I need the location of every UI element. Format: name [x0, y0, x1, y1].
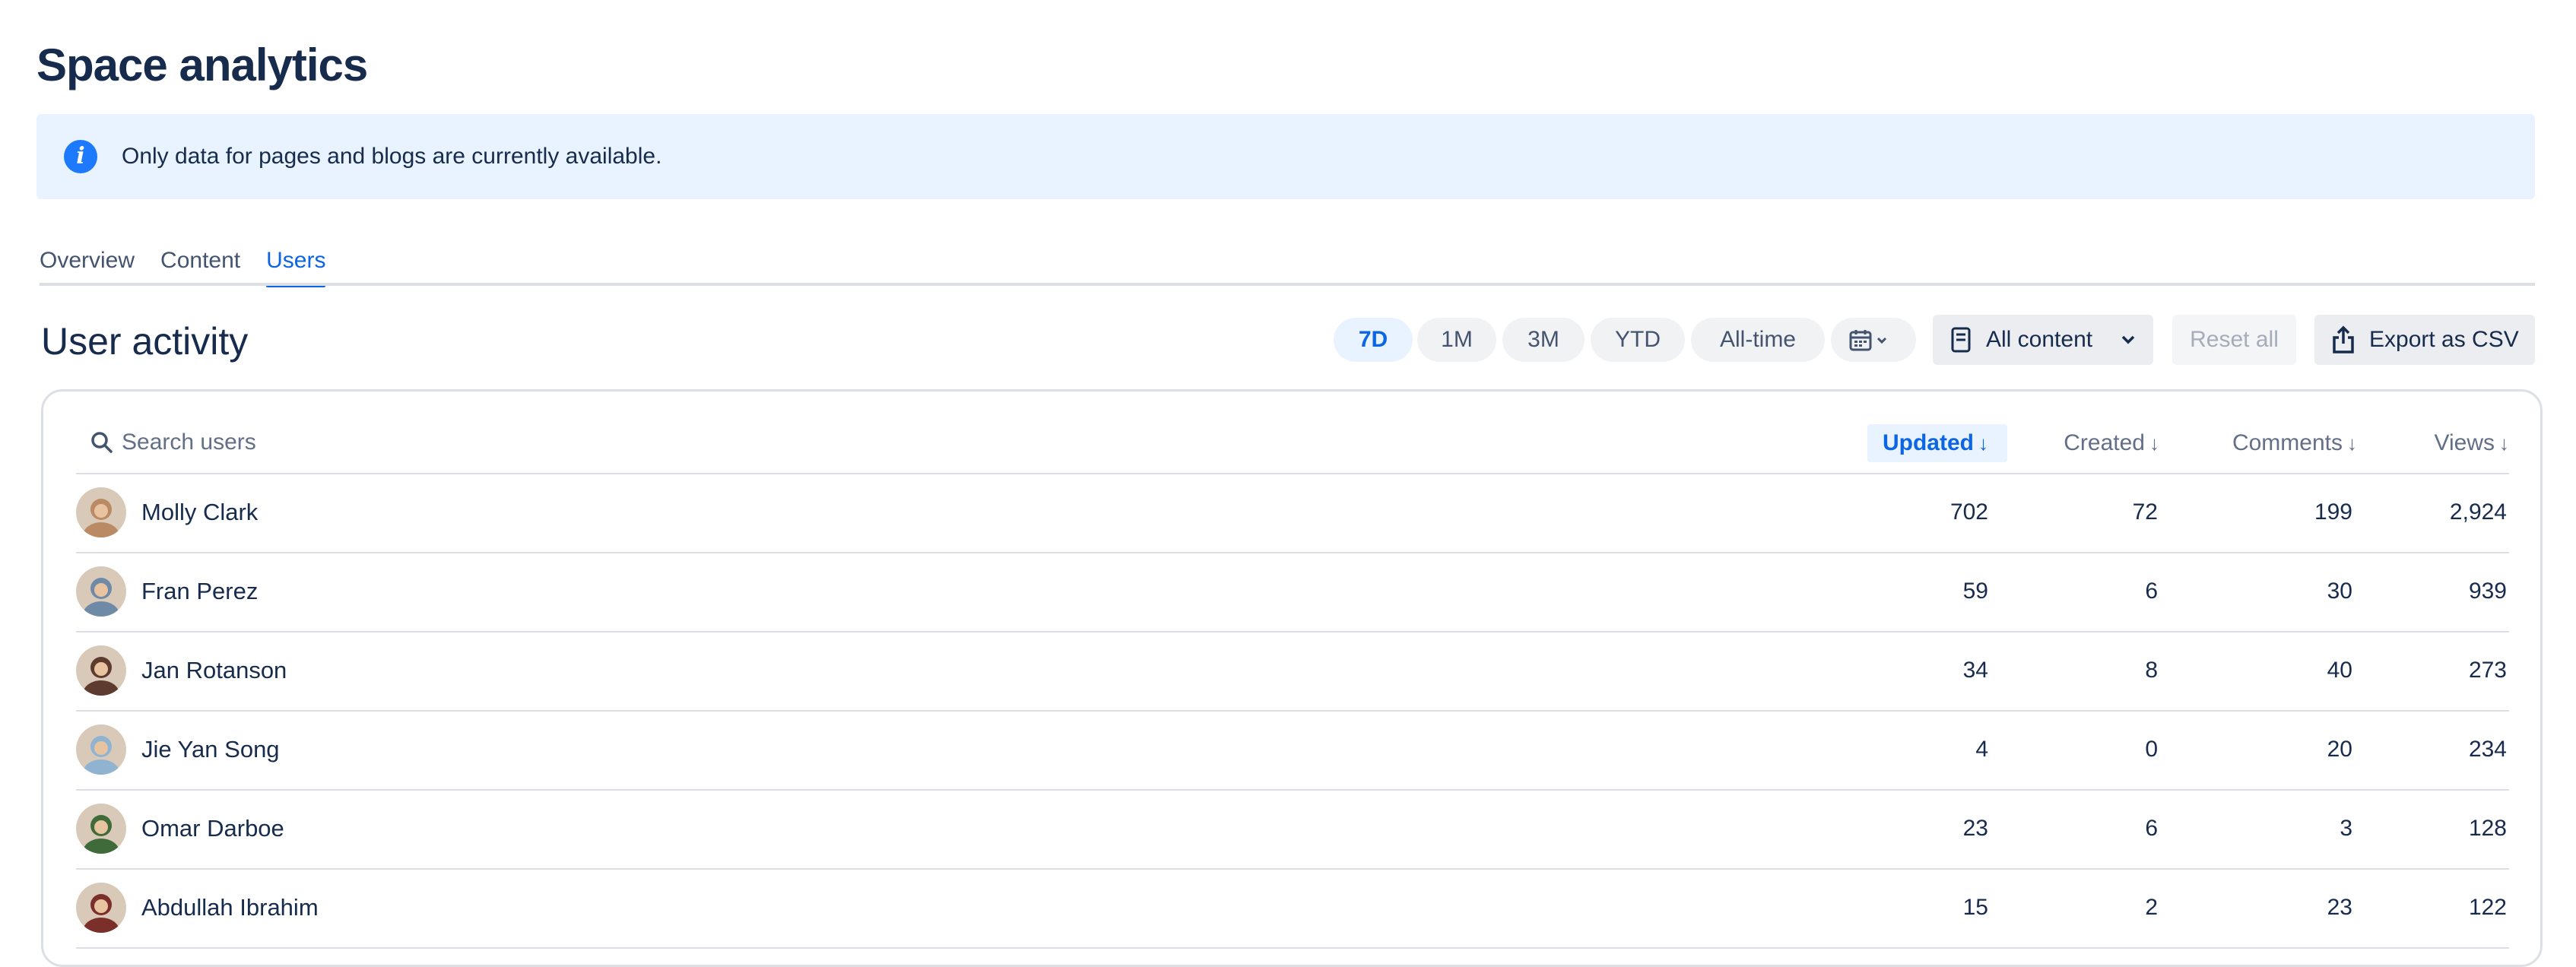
section-title: User activity	[41, 320, 249, 363]
column-updated-label: Updated	[1882, 430, 1974, 455]
cell-created: 72	[2132, 499, 2158, 525]
sort-arrow-icon: ↓	[2347, 432, 2357, 455]
cell-updated: 15	[1962, 895, 1988, 920]
range-1m-button[interactable]: 1M	[1417, 318, 1496, 362]
info-icon: i	[64, 140, 97, 173]
reset-all-button[interactable]: Reset all	[2172, 315, 2296, 365]
cell-created: 0	[2145, 737, 2158, 762]
search-users-input[interactable]	[122, 424, 806, 461]
content-filter-label: All content	[1986, 327, 2093, 352]
range-7d-button[interactable]: 7D	[1334, 318, 1413, 362]
range-all-time-button[interactable]: All-time	[1691, 318, 1825, 362]
cell-created: 2	[2145, 895, 2158, 920]
tab-content[interactable]: Content	[160, 242, 240, 284]
content-filter-dropdown[interactable]: All content	[1933, 315, 2153, 365]
cell-comments: 30	[2327, 579, 2352, 604]
cell-comments: 3	[2340, 816, 2352, 841]
cell-updated: 59	[1962, 579, 1988, 604]
cell-comments: 199	[2314, 499, 2352, 525]
column-header-views[interactable]: Views ↓	[2403, 424, 2509, 462]
range-ytd-button[interactable]: YTD	[1591, 318, 1685, 362]
table-row[interactable]	[76, 553, 2509, 631]
cell-updated: 702	[1949, 499, 1988, 525]
range-3m-button[interactable]: 3M	[1502, 318, 1585, 362]
avatar	[76, 804, 126, 854]
avatar	[76, 487, 126, 537]
cell-created: 6	[2145, 579, 2158, 604]
user-name[interactable]: Omar Darboe	[141, 812, 284, 845]
column-created-label: Created	[2064, 430, 2145, 455]
cell-updated: 34	[1962, 658, 1988, 683]
cell-views: 122	[2468, 895, 2507, 920]
cell-views: 939	[2468, 579, 2507, 604]
user-name[interactable]: Molly Clark	[141, 496, 258, 529]
table-row[interactable]	[76, 712, 2509, 789]
sort-arrow-icon: ↓	[2499, 432, 2509, 455]
row-divider	[76, 947, 2509, 949]
column-views-label: Views	[2434, 430, 2495, 455]
export-icon	[2333, 325, 2354, 354]
document-icon	[1951, 327, 1971, 353]
banner-message: Only data for pages and blogs are curren…	[122, 144, 662, 169]
user-name[interactable]: Abdullah Ibrahim	[141, 891, 319, 924]
cell-created: 6	[2145, 816, 2158, 841]
avatar	[76, 645, 126, 696]
sort-arrow-icon: ↓	[2149, 432, 2159, 455]
sort-down-arrow-icon: ↓	[1978, 432, 1988, 455]
column-header-created[interactable]: Created ↓	[2045, 424, 2159, 462]
cell-views: 234	[2468, 737, 2507, 762]
column-header-comments[interactable]: Comments ↓	[2205, 424, 2357, 462]
chevron-down-icon	[2121, 335, 2135, 344]
column-header-updated[interactable]: Updated ↓	[1867, 424, 2007, 462]
user-name[interactable]: Fran Perez	[141, 575, 258, 608]
cell-created: 8	[2145, 658, 2158, 683]
tab-divider	[40, 283, 2535, 286]
tab-users[interactable]: Users	[266, 242, 326, 287]
avatar	[76, 566, 126, 617]
cell-updated: 4	[1975, 737, 1988, 762]
tab-overview[interactable]: Overview	[40, 242, 135, 284]
tab-bar: Overview Content Users	[40, 242, 326, 287]
calendar-icon	[1849, 330, 1887, 351]
date-picker-button[interactable]	[1831, 318, 1916, 362]
user-name[interactable]: Jan Rotanson	[141, 654, 287, 687]
table-row[interactable]	[76, 791, 2509, 868]
cell-comments: 23	[2327, 895, 2352, 920]
export-csv-button[interactable]: Export as CSV	[2314, 315, 2535, 365]
table-row[interactable]	[76, 633, 2509, 710]
user-name[interactable]: Jie Yan Song	[141, 733, 280, 766]
column-comments-label: Comments	[2232, 430, 2343, 455]
cell-views: 2,924	[2449, 499, 2507, 525]
table-row[interactable]	[76, 870, 2509, 947]
page-title: Space analytics	[36, 40, 368, 90]
info-banner: i Only data for pages and blogs are curr…	[36, 114, 2535, 199]
search-icon	[91, 432, 113, 453]
cell-views: 273	[2468, 658, 2507, 683]
cell-comments: 20	[2327, 737, 2352, 762]
cell-updated: 23	[1962, 816, 1988, 841]
cell-views: 128	[2468, 816, 2507, 841]
export-label: Export as CSV	[2369, 327, 2519, 352]
avatar	[76, 883, 126, 933]
avatar	[76, 724, 126, 775]
cell-comments: 40	[2327, 658, 2352, 683]
